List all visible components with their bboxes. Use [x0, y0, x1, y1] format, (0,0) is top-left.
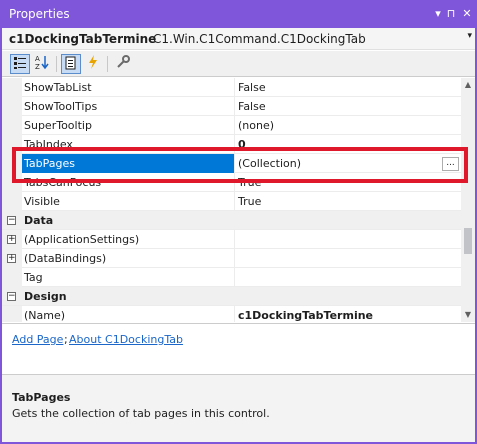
- property-row[interactable]: TabsCanFocus True: [2, 173, 461, 192]
- property-name: (Name): [24, 309, 66, 322]
- object-selector[interactable]: c1DockingTabTermine C1.Win.C1Command.C1D…: [2, 28, 475, 50]
- property-name: (DataBindings): [24, 252, 107, 265]
- categorized-icon[interactable]: [10, 54, 30, 74]
- commands-pane: Add Page ; About C1DockingTab: [2, 323, 475, 373]
- chevron-down-icon[interactable]: ▾: [467, 31, 472, 41]
- toolbar-separator: [56, 56, 57, 72]
- property-value[interactable]: False: [238, 81, 266, 94]
- row-gutter: [2, 306, 22, 322]
- category-label: Design: [24, 290, 67, 303]
- row-gutter: [2, 154, 22, 173]
- row-gutter: [2, 135, 22, 154]
- property-pages-icon[interactable]: [113, 54, 133, 74]
- property-row[interactable]: + (ApplicationSettings): [2, 230, 461, 249]
- column-divider: [234, 306, 235, 322]
- property-name: TabsCanFocus: [24, 176, 102, 189]
- property-value[interactable]: False: [238, 100, 266, 113]
- pin-icon[interactable]: ⊓: [443, 5, 459, 23]
- property-name: ShowToolTips: [24, 100, 98, 113]
- property-value[interactable]: 0: [238, 138, 246, 151]
- property-value[interactable]: True: [238, 195, 261, 208]
- toolbar-separator: [107, 56, 108, 72]
- property-value[interactable]: c1DockingTabTermine: [238, 309, 373, 322]
- row-gutter: [2, 268, 22, 287]
- row-gutter: [2, 78, 22, 97]
- property-name: (ApplicationSettings): [24, 233, 140, 246]
- svg-text:A: A: [35, 55, 40, 63]
- category-data[interactable]: − Data: [2, 211, 461, 230]
- property-name: Visible: [24, 195, 60, 208]
- properties-window: Properties ▾ ⊓ ✕ c1DockingTabTermine C1.…: [0, 0, 477, 444]
- column-divider: [234, 192, 235, 211]
- property-row[interactable]: SuperTooltip (none): [2, 116, 461, 135]
- row-gutter: [2, 192, 22, 211]
- property-row-selected[interactable]: TabPages (Collection) ...: [2, 154, 461, 173]
- property-value[interactable]: (Collection): [238, 157, 301, 170]
- expand-icon[interactable]: +: [7, 235, 16, 244]
- row-gutter: [2, 116, 22, 135]
- title-bar: Properties ▾ ⊓ ✕: [2, 1, 475, 28]
- object-name: c1DockingTabTermine: [9, 32, 157, 46]
- property-name: TabIndex: [24, 138, 73, 151]
- property-name: Tag: [24, 271, 43, 284]
- property-name: TabPages: [24, 157, 75, 170]
- row-gutter: [2, 97, 22, 116]
- window-title: Properties: [9, 7, 70, 21]
- property-value[interactable]: (none): [238, 119, 274, 132]
- column-divider: [234, 97, 235, 116]
- property-name: SuperTooltip: [24, 119, 92, 132]
- property-row[interactable]: + (DataBindings): [2, 249, 461, 268]
- object-type: C1.Win.C1Command.C1DockingTab: [153, 32, 366, 46]
- svg-text:Z: Z: [35, 63, 40, 70]
- property-row[interactable]: ShowTabList False: [2, 78, 461, 97]
- description-title: TabPages: [12, 391, 71, 404]
- property-name: ShowTabList: [24, 81, 92, 94]
- category-design[interactable]: − Design: [2, 287, 461, 306]
- collapse-icon[interactable]: −: [7, 292, 16, 301]
- scroll-down-icon[interactable]: ▼: [461, 308, 475, 322]
- column-divider: [234, 268, 235, 287]
- column-divider: [234, 116, 235, 135]
- collapse-icon[interactable]: −: [7, 216, 16, 225]
- about-link[interactable]: About C1DockingTab: [69, 333, 183, 346]
- expand-icon[interactable]: +: [7, 254, 16, 263]
- column-divider: [234, 154, 235, 173]
- description-text: Gets the collection of tab pages in this…: [12, 407, 270, 420]
- property-row[interactable]: TabIndex 0: [2, 135, 461, 154]
- property-row[interactable]: ShowToolTips False: [2, 97, 461, 116]
- alphabetical-icon[interactable]: A Z: [32, 54, 52, 74]
- scrollbar-thumb[interactable]: [464, 228, 472, 254]
- row-gutter: [2, 173, 22, 192]
- property-row[interactable]: Tag: [2, 268, 461, 287]
- property-grid: ShowTabList False ShowToolTips False Sup…: [2, 78, 461, 322]
- column-divider: [234, 135, 235, 154]
- properties-icon[interactable]: [61, 54, 81, 74]
- toolbar: A Z: [2, 51, 475, 77]
- description-pane: TabPages Gets the collection of tab page…: [2, 374, 475, 442]
- column-divider: [234, 249, 235, 268]
- vertical-scrollbar[interactable]: ▲ ▼: [461, 78, 475, 322]
- category-label: Data: [24, 214, 54, 227]
- property-value[interactable]: True: [238, 176, 261, 189]
- add-page-link[interactable]: Add Page: [12, 333, 63, 346]
- column-divider: [234, 173, 235, 192]
- events-icon[interactable]: [83, 54, 103, 74]
- scroll-up-icon[interactable]: ▲: [461, 78, 475, 92]
- close-icon[interactable]: ✕: [459, 5, 475, 23]
- commands-separator: ;: [64, 333, 68, 346]
- property-row[interactable]: Visible True: [2, 192, 461, 211]
- column-divider: [234, 78, 235, 97]
- collection-editor-button[interactable]: ...: [442, 157, 459, 171]
- column-divider: [234, 230, 235, 249]
- property-row[interactable]: (Name) c1DockingTabTermine: [2, 306, 461, 322]
